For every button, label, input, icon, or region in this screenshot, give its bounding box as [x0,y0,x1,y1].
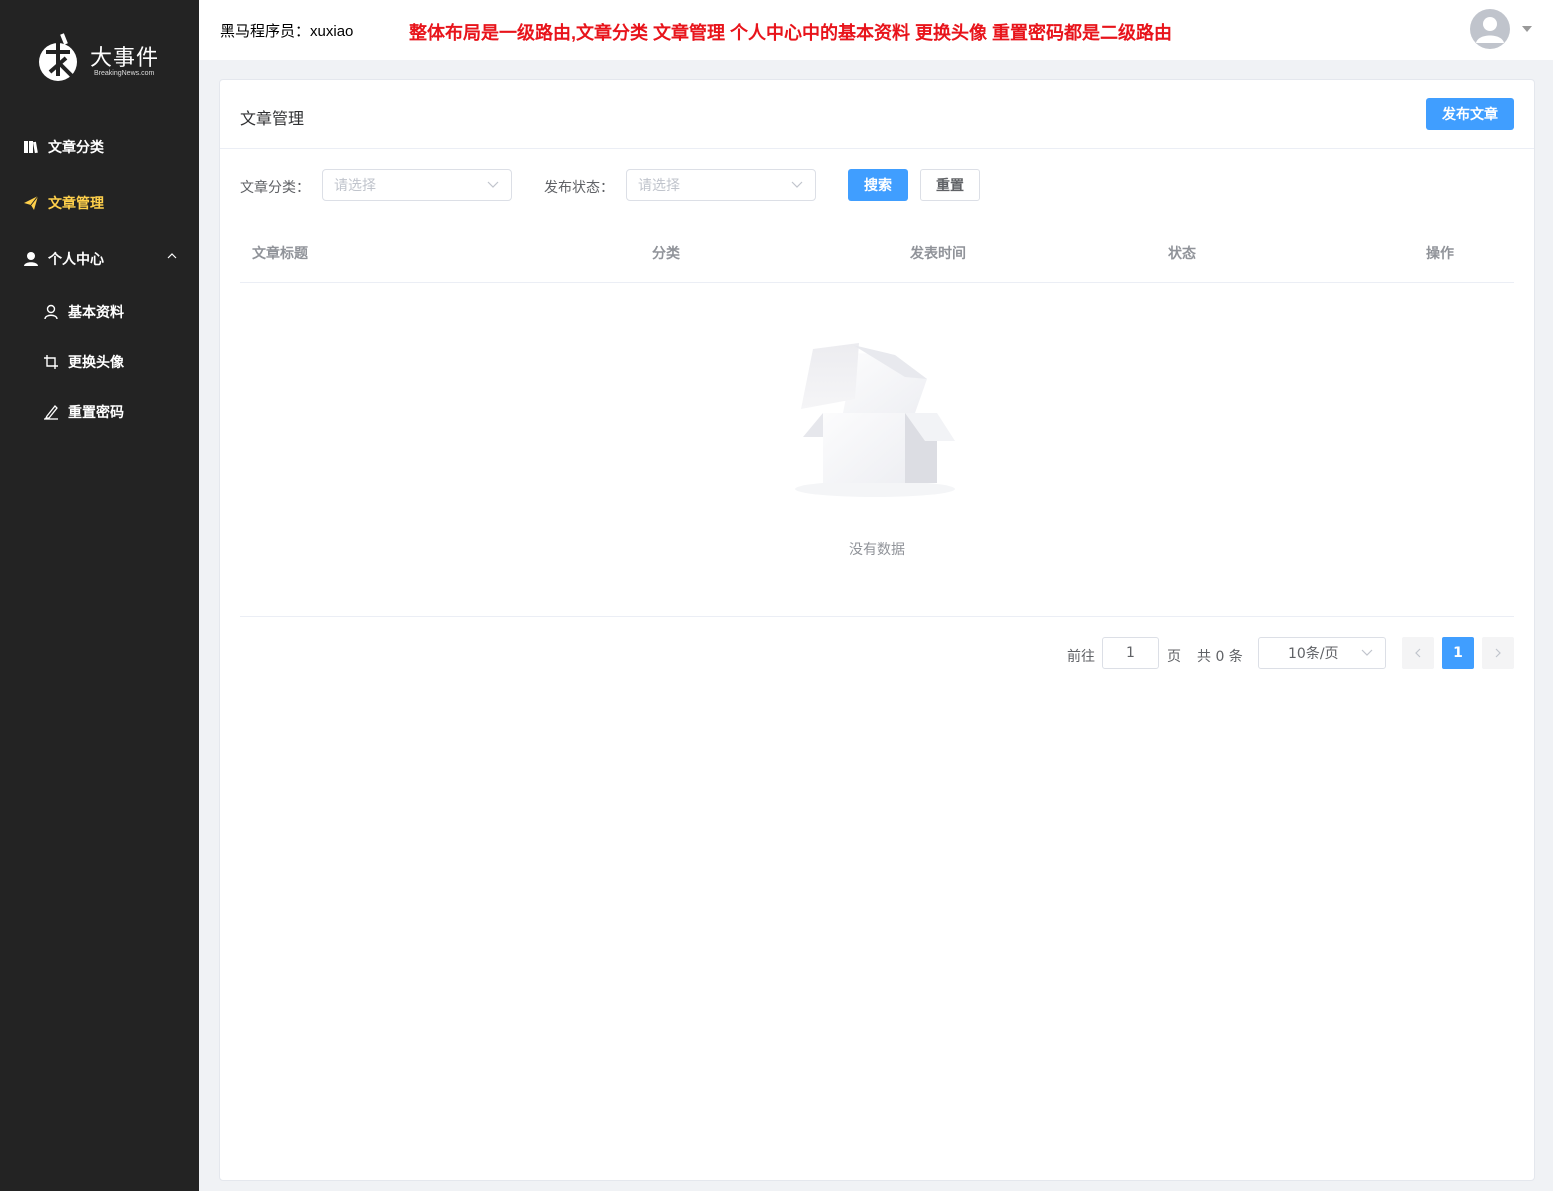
empty-text: 没有数据 [849,542,905,558]
sidebar-item-basic-info[interactable]: 基本资料 [0,287,199,337]
card-header: 文章管理 发布文章 [220,80,1534,149]
column-category: 分类 [652,246,680,262]
sidebar-item-label: 文章分类 [48,140,104,156]
chevron-down-icon [487,181,499,188]
chevron-right-icon [1495,648,1501,658]
user-icon [22,250,40,268]
prev-page-button[interactable] [1402,637,1434,669]
article-manage-card: 文章管理 发布文章 文章分类： 请选择 发布状态： 请选择 搜索 重置 文章标题… [219,79,1535,1181]
avatar-placeholder-icon [1476,17,1504,43]
table-body: 没有数据 [240,283,1514,617]
sidebar-item-label: 个人中心 [48,252,104,268]
status-filter-label: 发布状态： [544,180,614,196]
sidebar: 大事件 BreakingNews.com 文章分类 文章管理 个人中心 基本资料… [0,0,199,1191]
pager-page-suffix: 页 [1167,649,1181,665]
chevron-left-icon [1415,648,1421,658]
sidebar-item-article-manage[interactable]: 文章管理 [0,175,199,231]
sidebar-item-article-category[interactable]: 文章分类 [0,119,199,175]
chevron-down-icon [791,181,803,188]
sidebar-item-change-avatar[interactable]: 更换头像 [0,337,199,387]
header-note: 整体布局是一级路由,文章分类 文章管理 个人中心中的基本资料 更换头像 重置密码… [409,23,1173,43]
pager-goto-input[interactable]: 1 [1102,637,1159,669]
username: xuxiao [310,23,354,40]
chevron-up-icon [167,253,177,259]
page-title: 文章管理 [240,109,305,128]
book-icon [22,138,40,156]
avatar[interactable] [1470,9,1510,49]
sidebar-item-label: 重置密码 [68,405,124,421]
user-prefix: 黑马程序员： [220,23,311,40]
column-status: 状态 [1168,246,1196,262]
publish-article-button[interactable]: 发布文章 [1426,98,1514,130]
caret-down-icon[interactable] [1522,26,1532,32]
empty-box-icon [795,343,955,497]
column-actions: 操作 [1426,246,1454,262]
sidebar-item-personal-center[interactable]: 个人中心 [0,231,199,287]
pager-total: 共 0 条 [1197,649,1243,665]
status-select-placeholder: 请选择 [638,178,680,194]
status-select[interactable]: 请选择 [626,169,816,201]
page-button-current[interactable]: 1 [1442,637,1474,669]
chevron-down-icon [1361,649,1373,656]
send-icon [22,194,40,212]
user-outline-icon [42,303,60,321]
category-select[interactable]: 请选择 [322,169,512,201]
page-size-select[interactable]: 10条/页 [1258,637,1386,669]
column-publish-time: 发表时间 [910,246,966,262]
column-title: 文章标题 [252,246,308,262]
header-user-info: 黑马程序员：xuxiao [220,20,353,41]
logo-mark-icon [39,33,77,81]
logo: 大事件 BreakingNews.com [36,30,166,88]
sidebar-item-reset-password[interactable]: 重置密码 [0,387,199,437]
sidebar-item-label: 基本资料 [68,305,124,321]
sidebar-item-label: 文章管理 [48,196,104,212]
reset-button[interactable]: 重置 [920,169,980,201]
logo-title: 大事件 [90,46,160,71]
category-filter-label: 文章分类： [240,180,310,196]
table-header: 文章标题 分类 发表时间 状态 操作 [240,221,1514,283]
category-select-placeholder: 请选择 [334,178,376,194]
next-page-button[interactable] [1482,637,1514,669]
pager-goto-label: 前往 [1067,649,1095,665]
sidebar-item-label: 更换头像 [68,355,124,371]
edit-pen-icon [42,403,60,421]
page-size-value: 10条/页 [1288,646,1339,662]
logo-subtitle: BreakingNews.com [94,70,155,77]
search-button[interactable]: 搜索 [848,169,908,201]
crop-icon [42,353,60,371]
header: 黑马程序员：xuxiao 整体布局是一级路由,文章分类 文章管理 个人中心中的基… [199,0,1553,60]
